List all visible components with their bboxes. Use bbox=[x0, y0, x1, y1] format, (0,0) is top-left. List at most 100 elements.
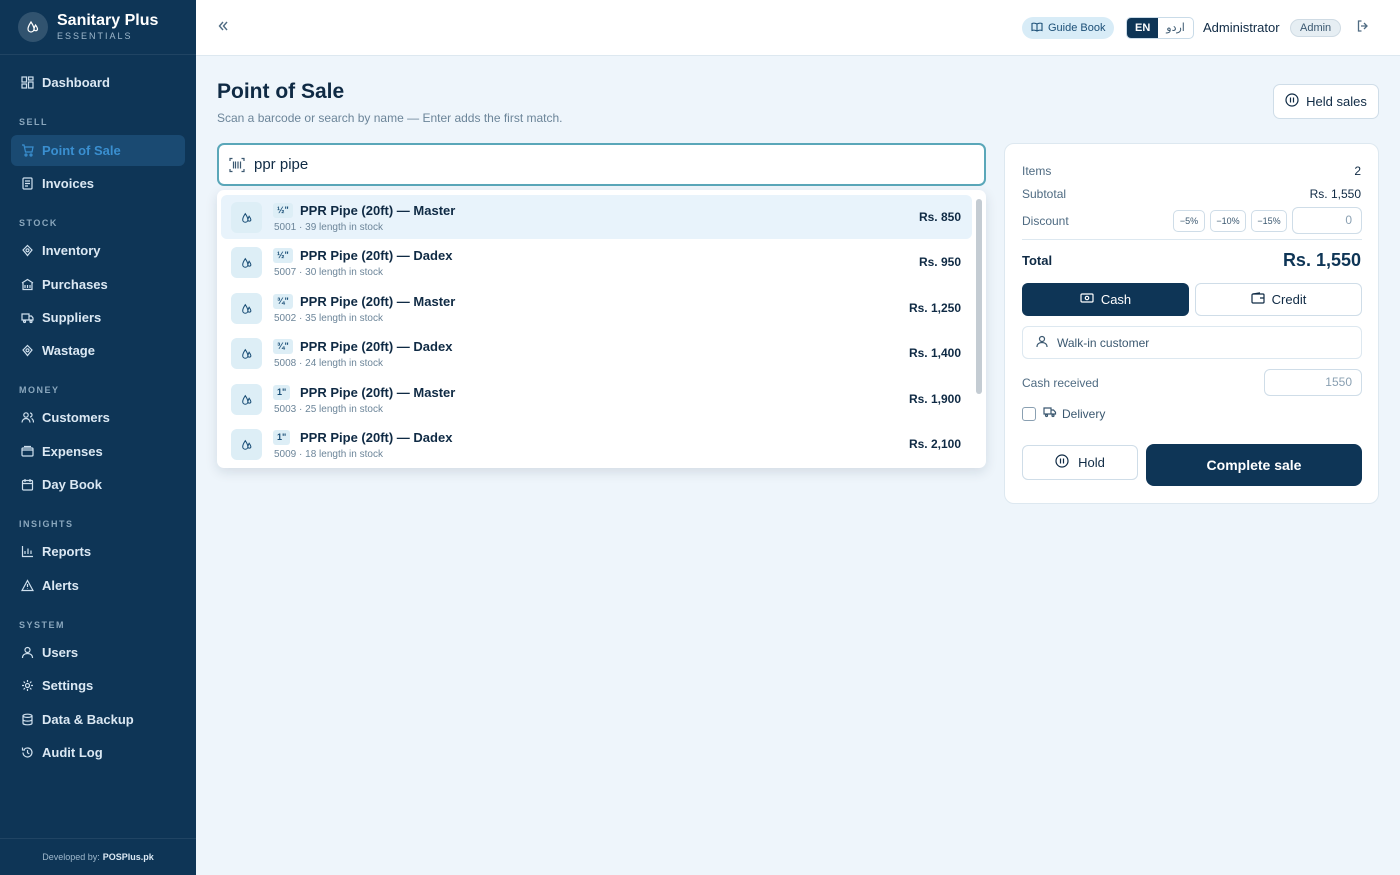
product-meta: 5009 · 18 length in stock bbox=[274, 449, 383, 460]
credit-label: Credit bbox=[1271, 292, 1307, 307]
complete-sale-button[interactable]: Complete sale bbox=[1146, 444, 1362, 486]
sidebar-item-label: Expenses bbox=[42, 444, 103, 459]
role-badge: Admin bbox=[1290, 19, 1342, 37]
sidebar-item-label: Data & Backup bbox=[42, 712, 134, 727]
sidebar-item-alerts[interactable]: Alerts bbox=[11, 570, 185, 601]
customer-selector[interactable]: Walk-in customer bbox=[1022, 326, 1362, 359]
users-icon bbox=[20, 411, 34, 425]
brand-tagline: ESSENTIALS bbox=[57, 31, 133, 41]
lang-en-button[interactable]: EN bbox=[1127, 18, 1159, 38]
search-input[interactable] bbox=[254, 156, 854, 173]
discount-5-button[interactable]: −5% bbox=[1173, 210, 1205, 232]
credit-payment-button[interactable]: Credit bbox=[1195, 283, 1362, 316]
result-item[interactable]: 1" PPR Pipe (20ft) — Master 5003 · 25 le… bbox=[221, 377, 972, 421]
sidebar-item-expenses[interactable]: Expenses bbox=[11, 436, 185, 467]
cash-payment-button[interactable]: Cash bbox=[1022, 283, 1189, 316]
sidebar-item-suppliers[interactable]: Suppliers bbox=[11, 302, 185, 333]
discount-10-button[interactable]: −10% bbox=[1210, 210, 1246, 232]
product-price: Rs. 1,250 bbox=[908, 301, 961, 315]
sidebar-item-audit-log[interactable]: Audit Log bbox=[11, 737, 185, 768]
hold-button[interactable]: Hold bbox=[1022, 445, 1138, 480]
brand: Sanitary Plus ESSENTIALS bbox=[0, 0, 196, 55]
guide-book-label: Guide Book bbox=[1048, 22, 1106, 34]
cart-icon bbox=[20, 144, 34, 158]
sidebar-item-data-backup[interactable]: Data & Backup bbox=[11, 704, 185, 735]
sidebar-item-users[interactable]: Users bbox=[11, 637, 185, 668]
banknote-icon bbox=[1080, 292, 1094, 307]
sidebar-item-purchases[interactable]: Purchases bbox=[11, 269, 185, 300]
product-meta: 5008 · 24 length in stock bbox=[274, 358, 383, 369]
lang-ur-button[interactable]: اردو bbox=[1158, 18, 1193, 38]
sidebar-item-settings[interactable]: Settings bbox=[11, 670, 185, 701]
sidebar-item-wastage[interactable]: Wastage bbox=[11, 335, 185, 366]
section-sell: SELL bbox=[19, 117, 49, 127]
result-item[interactable]: ½" PPR Pipe (20ft) — Dadex 5007 · 30 len… bbox=[221, 240, 972, 284]
brand-name: Sanitary Plus bbox=[57, 12, 159, 29]
sidebar-item-point-of-sale[interactable]: Point of Sale bbox=[11, 135, 185, 166]
page-subtitle: Scan a barcode or search by name — Enter… bbox=[217, 111, 563, 125]
truck-icon bbox=[20, 311, 34, 325]
subtotal-value: Rs. 1,550 bbox=[1309, 187, 1361, 201]
result-item[interactable]: 1" PPR Pipe (20ft) — Dadex 5009 · 18 len… bbox=[221, 422, 972, 466]
sidebar-item-dashboard[interactable]: Dashboard bbox=[11, 67, 185, 98]
product-name: PPR Pipe (20ft) — Master bbox=[300, 203, 456, 218]
developer-name[interactable]: POSPlus.pk bbox=[103, 852, 154, 862]
logout-button[interactable] bbox=[1356, 19, 1370, 36]
size-badge: ¾" bbox=[273, 294, 293, 309]
delivery-checkbox[interactable] bbox=[1022, 407, 1036, 421]
wallet-icon bbox=[20, 445, 34, 459]
sidebar-item-label: Alerts bbox=[42, 578, 79, 593]
sidebar-item-label: Point of Sale bbox=[42, 143, 121, 158]
developer-credit: Developed by: POSPlus.pk bbox=[0, 838, 196, 875]
search-results-dropdown: ½" PPR Pipe (20ft) — Master 5001 · 39 le… bbox=[217, 190, 986, 468]
drop-icon bbox=[20, 244, 34, 258]
discount-label: Discount bbox=[1022, 214, 1069, 228]
sidebar-item-customers[interactable]: Customers bbox=[11, 402, 185, 433]
sidebar-item-inventory[interactable]: Inventory bbox=[11, 235, 185, 266]
topbar: Guide Book EN اردو Administrator Admin bbox=[196, 0, 1400, 56]
guide-book-button[interactable]: Guide Book bbox=[1022, 17, 1115, 39]
drop-icon bbox=[231, 293, 262, 324]
discount-15-button[interactable]: −15% bbox=[1251, 210, 1287, 232]
size-badge: ¾" bbox=[273, 339, 293, 354]
pause-icon bbox=[1285, 93, 1299, 110]
history-icon bbox=[20, 746, 34, 760]
cash-label: Cash bbox=[1100, 292, 1132, 307]
product-price: Rs. 850 bbox=[918, 210, 961, 224]
size-badge: ½" bbox=[273, 248, 293, 263]
held-sales-label: Held sales bbox=[1306, 94, 1367, 109]
discount-input[interactable]: 0 bbox=[1292, 207, 1362, 234]
items-value: 2 bbox=[1354, 164, 1361, 178]
book-icon bbox=[1031, 21, 1043, 36]
sidebar: Sanitary Plus ESSENTIALS Dashboard SELL … bbox=[0, 0, 196, 875]
scrollbar-thumb[interactable] bbox=[976, 199, 982, 394]
collapse-sidebar-button[interactable] bbox=[216, 18, 234, 36]
product-meta: 5007 · 30 length in stock bbox=[274, 267, 383, 278]
product-price: Rs. 1,400 bbox=[908, 346, 961, 360]
product-meta: 5002 · 35 length in stock bbox=[274, 313, 383, 324]
product-name: PPR Pipe (20ft) — Dadex bbox=[300, 339, 453, 354]
product-name: PPR Pipe (20ft) — Dadex bbox=[300, 430, 453, 445]
sidebar-item-day-book[interactable]: Day Book bbox=[11, 469, 185, 500]
sidebar-item-reports[interactable]: Reports bbox=[11, 536, 185, 567]
sidebar-item-label: Audit Log bbox=[42, 745, 103, 760]
sidebar-item-invoices[interactable]: Invoices bbox=[11, 168, 185, 199]
result-item[interactable]: ¾" PPR Pipe (20ft) — Dadex 5008 · 24 len… bbox=[221, 331, 972, 375]
cash-received-input[interactable]: 1550 bbox=[1264, 369, 1362, 396]
product-price: Rs. 1,900 bbox=[908, 392, 961, 406]
sidebar-item-label: Inventory bbox=[42, 243, 101, 258]
product-price: Rs. 2,100 bbox=[908, 437, 961, 451]
result-item[interactable]: ½" PPR Pipe (20ft) — Master 5001 · 39 le… bbox=[221, 195, 972, 239]
truck-icon bbox=[1043, 406, 1057, 421]
size-badge: 1" bbox=[273, 430, 291, 445]
sidebar-item-label: Suppliers bbox=[42, 310, 102, 325]
drop-icon bbox=[231, 384, 262, 415]
section-insights: INSIGHTS bbox=[19, 519, 74, 529]
receipt-icon bbox=[20, 177, 34, 191]
held-sales-button[interactable]: Held sales bbox=[1273, 84, 1379, 119]
items-label: Items bbox=[1022, 164, 1052, 178]
delivery-option[interactable]: Delivery bbox=[1043, 406, 1105, 421]
result-item[interactable]: ¾" PPR Pipe (20ft) — Master 5002 · 35 le… bbox=[221, 286, 972, 330]
bar-chart-icon bbox=[20, 545, 34, 559]
user-icon bbox=[1036, 335, 1048, 351]
